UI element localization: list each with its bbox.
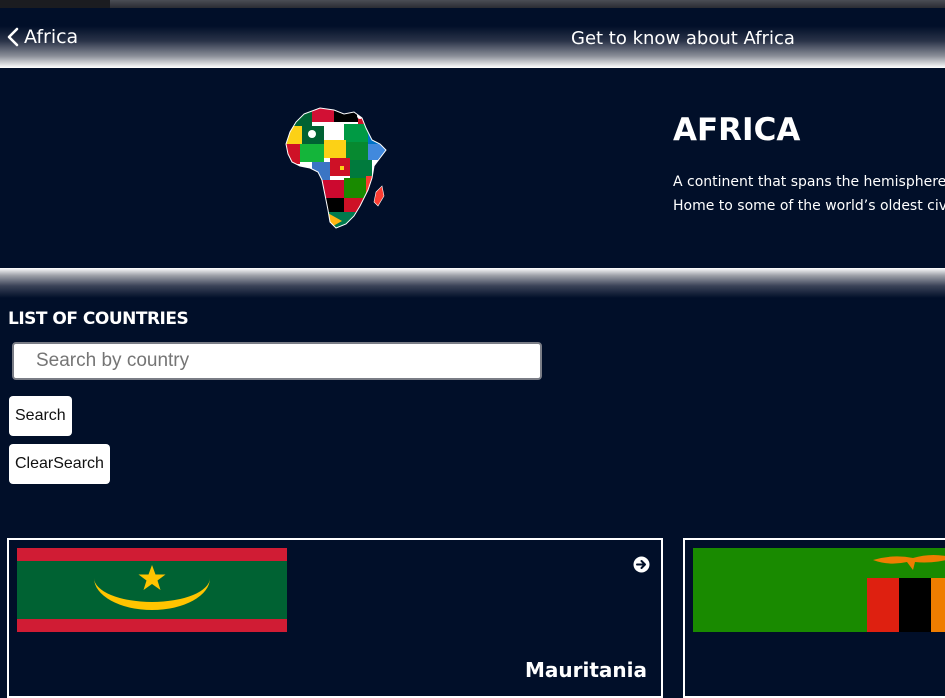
chevron-left-icon xyxy=(7,27,19,47)
continent-title: AFRICA xyxy=(673,112,801,148)
countries-heading: LIST OF COUNTRIES xyxy=(8,309,189,329)
mauritania-flag-icon xyxy=(17,548,287,632)
country-card-mauritania[interactable]: Mauritania xyxy=(7,538,663,698)
description-line: A continent that spans the hemispheres xyxy=(673,174,945,190)
africa-flags-map-icon xyxy=(285,107,387,229)
window-top-bar xyxy=(0,0,945,8)
country-card-zambia[interactable] xyxy=(683,538,945,698)
search-input[interactable] xyxy=(12,342,542,380)
description-line: Home to some of the world’s oldest civi xyxy=(673,198,945,214)
back-link[interactable]: Africa xyxy=(6,26,78,48)
hero-section: AFRICA A continent that spans the hemisp… xyxy=(0,68,945,268)
search-button[interactable]: Search xyxy=(9,396,72,436)
top-nav-bar: Africa Get to know about Africa xyxy=(0,8,945,68)
window-top-notch xyxy=(0,0,110,8)
zambia-flag-icon xyxy=(693,548,945,632)
page-title: Get to know about Africa xyxy=(571,28,795,49)
section-divider xyxy=(0,268,945,298)
continent-description: A continent that spans the hemispheres H… xyxy=(673,170,945,218)
clear-search-button[interactable]: ClearSearch xyxy=(9,444,110,484)
arrow-right-circle-icon[interactable] xyxy=(633,556,650,573)
country-name: Mauritania xyxy=(524,658,647,682)
back-link-label: Africa xyxy=(24,26,79,48)
